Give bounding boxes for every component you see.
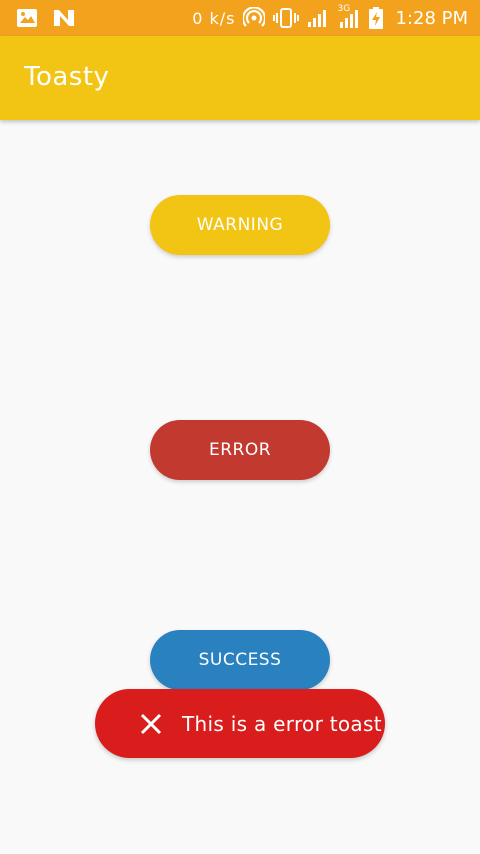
error-toast: This is a error toast	[95, 689, 385, 758]
app-title: Toasty	[24, 62, 110, 92]
status-bar: 0 k/s 3G 1:28 PM	[0, 0, 480, 36]
signal-3g-icon: 3G	[337, 4, 361, 29]
app-screen: 0 k/s 3G 1:28 PM Toasty WARNING ERROR SU…	[0, 0, 480, 854]
success-button[interactable]: SUCCESS	[150, 630, 330, 690]
app-bar: Toasty	[0, 36, 480, 120]
battery-charging-icon	[369, 7, 384, 29]
clock: 1:28 PM	[395, 7, 468, 29]
toast-message: This is a error toast	[182, 711, 382, 736]
network-speed: 0 k/s	[192, 8, 236, 28]
status-left	[0, 8, 76, 28]
close-icon	[139, 712, 163, 736]
n-icon	[52, 8, 76, 28]
warning-button[interactable]: WARNING	[150, 195, 330, 255]
network-type-label: 3G	[337, 4, 351, 14]
hotspot-icon	[243, 7, 266, 29]
signal-icon	[307, 8, 329, 28]
error-button[interactable]: ERROR	[150, 420, 330, 480]
status-right: 0 k/s 3G 1:28 PM	[192, 4, 480, 29]
image-icon	[16, 8, 38, 28]
vibrate-icon	[273, 7, 300, 29]
